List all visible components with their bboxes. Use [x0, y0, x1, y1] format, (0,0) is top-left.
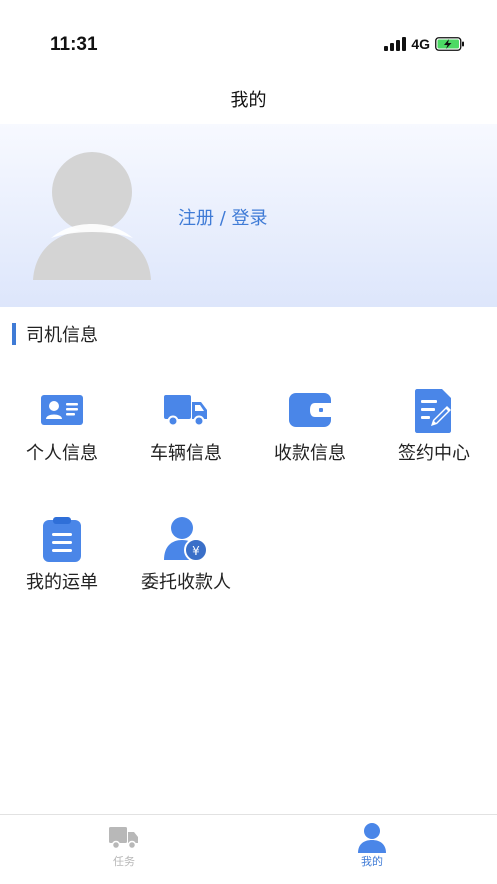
status-bar: 11:31 4G: [0, 0, 497, 80]
signal-icon: [384, 37, 407, 51]
tab-label: 我的: [361, 855, 383, 868]
truck-icon: [108, 821, 140, 853]
wallet-icon: [285, 386, 335, 436]
menu-item-label: 个人信息: [26, 443, 98, 464]
tab-tasks[interactable]: 任务: [0, 815, 248, 884]
status-indicators: 4G: [384, 36, 465, 52]
menu-item-label: 车辆信息: [150, 443, 222, 464]
section-header-driver-info: 司机信息: [12, 322, 98, 346]
avatar-placeholder-icon: [33, 152, 151, 280]
avatar[interactable]: [33, 150, 151, 280]
tab-label: 任务: [113, 855, 135, 868]
user-icon: [356, 821, 388, 853]
menu-item-my-waybills[interactable]: 我的运单: [0, 515, 124, 615]
id-card-icon: [37, 386, 87, 436]
menu-item-label: 签约中心: [398, 443, 470, 464]
menu-item-payment-info[interactable]: 收款信息: [248, 386, 372, 486]
battery-icon: [435, 37, 464, 51]
page-title: 我的: [230, 90, 267, 111]
register-login-link[interactable]: 注册 / 登录: [178, 204, 268, 230]
svg-text:¥: ¥: [192, 544, 200, 558]
clipboard-icon: [37, 515, 87, 565]
menu-item-label: 收款信息: [274, 443, 346, 464]
contract-sign-icon: [409, 386, 459, 436]
section-title: 司机信息: [26, 325, 98, 346]
payee-user-icon: ¥: [161, 515, 211, 565]
menu-item-entrusted-payee[interactable]: ¥ 委托收款人: [124, 515, 248, 615]
tab-bar: 任务 我的: [0, 814, 497, 884]
menu-item-vehicle-info[interactable]: 车辆信息: [124, 386, 248, 486]
menu-item-personal-info[interactable]: 个人信息: [0, 386, 124, 486]
tab-mine[interactable]: 我的: [248, 815, 496, 884]
truck-icon: [161, 386, 211, 436]
profile-banner: 注册 / 登录: [0, 124, 497, 307]
menu-item-label: 我的运单: [26, 572, 98, 593]
status-time: 11:31: [50, 34, 98, 55]
network-type: 4G: [411, 36, 430, 52]
menu-item-label: 委托收款人: [141, 572, 231, 593]
section-accent-bar: [12, 323, 16, 345]
menu-item-contract-center[interactable]: 签约中心: [372, 386, 496, 486]
